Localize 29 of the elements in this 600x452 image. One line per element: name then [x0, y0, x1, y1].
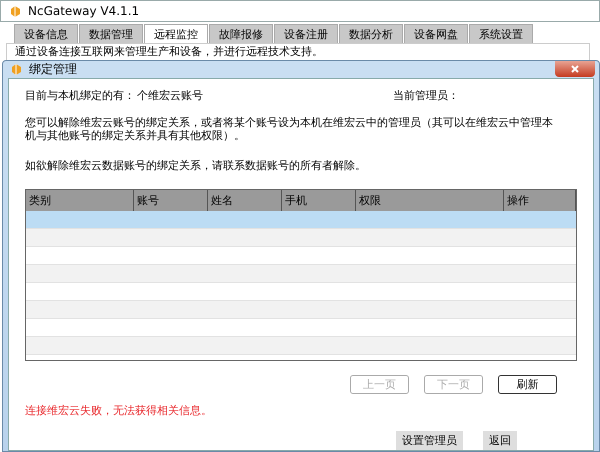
table-row[interactable] [26, 211, 576, 229]
window-title: NcGateway V4.1.1 [28, 4, 140, 18]
info-text: 您可以解除维宏云账号的绑定关系，或者将某个账号设为本机在维宏云中的管理员（其可以在维宏云中管理本机与其他账号的绑定关系并具有其他权限）。 [25, 116, 554, 142]
dialog-title: 绑定管理 [29, 61, 77, 78]
table-row[interactable] [26, 301, 576, 319]
tab[interactable]: 设备网盘 [404, 24, 468, 43]
admin-label: 当前管理员： [393, 89, 459, 102]
tab[interactable]: 数据分析 [339, 24, 403, 43]
tab[interactable]: 故障报修 [209, 24, 273, 43]
close-icon [571, 65, 579, 73]
dialog-button[interactable]: 设置管理员 [396, 431, 463, 450]
tab[interactable]: 设备注册 [274, 24, 338, 43]
tab[interactable]: 系统设置 [469, 24, 533, 43]
tab[interactable]: 远程监控 [144, 24, 208, 43]
info-text: 如欲解除维宏云数据账号的绑定关系，请联系数据账号的所有者解除。 [25, 159, 367, 172]
tab-description: 通过设备连接互联网来管理生产和设备，并进行远程技术支持。 [15, 45, 323, 58]
bound-count: 个维宏云账号 [137, 89, 204, 102]
app-logo-icon [9, 4, 22, 18]
table-row[interactable] [26, 229, 576, 247]
close-button[interactable] [555, 61, 595, 77]
bound-label: 目前与本机绑定的有： [25, 89, 136, 102]
error-message: 连接维宏云失败，无法获得相关信息。 [25, 404, 213, 417]
pager-button[interactable]: 刷新 [498, 375, 557, 394]
dialog-button[interactable]: 返回 [483, 431, 517, 450]
tab[interactable]: 设备信息 [14, 24, 78, 43]
tab[interactable]: 数据管理 [79, 24, 143, 43]
table-row[interactable] [26, 337, 576, 355]
app-logo-icon [10, 63, 23, 76]
table-row[interactable] [26, 265, 576, 283]
